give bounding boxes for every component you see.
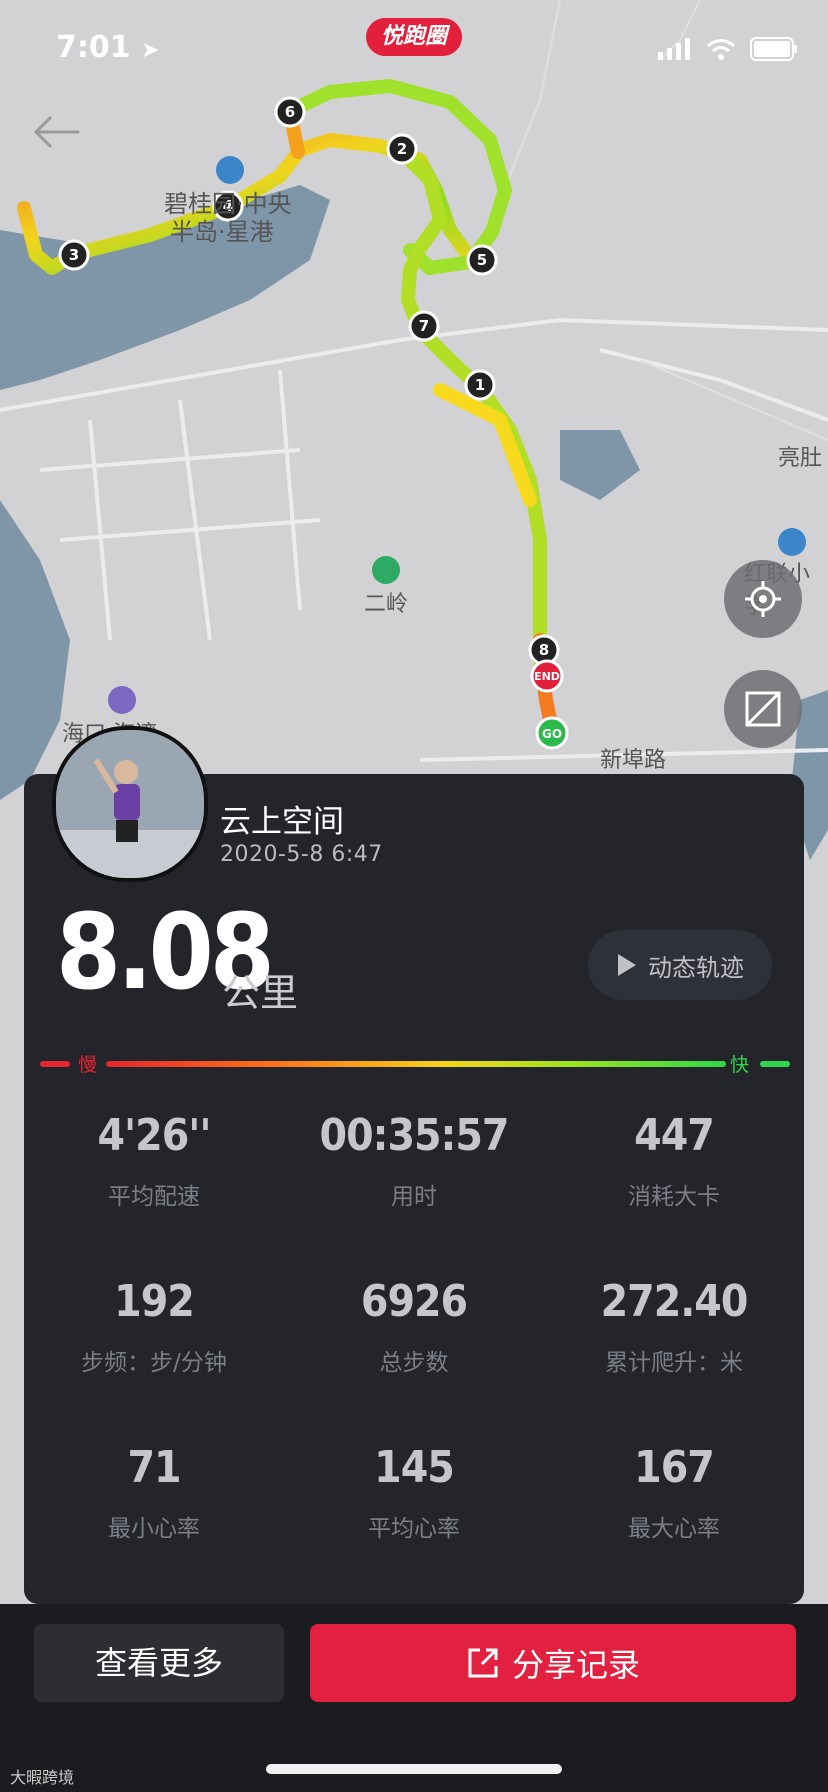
watermark: 大暇跨境: [10, 1768, 75, 1787]
speed-gradient-bar: [106, 1061, 726, 1067]
stat-label: 总步数: [379, 1350, 449, 1376]
speed-slow-label: 慢: [78, 1054, 98, 1076]
speed-fast-label: 快: [730, 1054, 750, 1076]
view-more-button[interactable]: 查看更多: [34, 1624, 284, 1702]
status-bar: 7:01 ➤ 悦跑圈: [0, 0, 828, 100]
stat-value: 4'26'': [97, 1110, 212, 1161]
stat-value: 447: [634, 1110, 715, 1161]
app-logo-badge: 悦跑圈: [366, 18, 462, 56]
stat-label: 用时: [391, 1184, 437, 1210]
back-arrow-icon[interactable]: [30, 110, 90, 154]
stat-total-steps: 6926 总步数: [284, 1276, 544, 1377]
avatar[interactable]: [52, 726, 208, 882]
signal-icon: [658, 38, 690, 60]
start-marker[interactable]: GO: [535, 716, 569, 750]
map-layer-icon: [745, 691, 781, 727]
wifi-icon: [707, 39, 735, 60]
share-icon: [468, 1648, 498, 1678]
stat-value: 00:35:57: [319, 1110, 510, 1161]
poi-school-icon: [778, 528, 806, 556]
stat-cadence: 192 步频：步/分钟: [24, 1276, 284, 1377]
stat-value: 167: [634, 1442, 715, 1493]
stat-duration: 00:35:57 用时: [284, 1110, 544, 1211]
system-icons: [658, 34, 798, 64]
stat-label: 最大心率: [628, 1516, 720, 1542]
map-label-place-3: 二岭: [364, 592, 409, 617]
share-record-button[interactable]: 分享记录: [310, 1624, 796, 1702]
stat-value: 145: [374, 1442, 455, 1493]
svg-text:6: 6: [285, 103, 295, 121]
map-label-place-5: 新埠路: [600, 748, 667, 773]
poi-park-icon: [372, 556, 400, 584]
stat-avg-heart-rate: 145 平均心率: [284, 1442, 544, 1543]
locate-button[interactable]: [724, 560, 802, 638]
stat-min-heart-rate: 71 最小心率: [24, 1442, 284, 1543]
stat-label: 平均配速: [108, 1184, 200, 1210]
stat-label: 步频：步/分钟: [81, 1350, 227, 1376]
map-marker-6[interactable]: 6: [274, 96, 306, 128]
map-label-place-2: 半岛·星港: [170, 218, 274, 246]
stat-max-heart-rate: 167 最大心率: [544, 1442, 804, 1543]
svg-text:7: 7: [419, 317, 429, 335]
stat-avg-pace: 4'26'' 平均配速: [24, 1110, 284, 1211]
crosshair-icon: [745, 581, 781, 617]
stat-elevation-gain: 272.40 累计爬升：米: [544, 1276, 804, 1377]
svg-text:5: 5: [477, 251, 487, 269]
stat-label: 平均心率: [368, 1516, 460, 1542]
stat-value: 192: [114, 1276, 195, 1327]
map-marker-5[interactable]: 5: [466, 244, 498, 276]
play-icon: [618, 954, 636, 976]
map-marker-3[interactable]: 3: [58, 239, 90, 271]
speed-fast-dash: [760, 1061, 790, 1067]
map-label-place-6: 亮肚: [778, 446, 823, 471]
user-name: 云上空间: [220, 804, 344, 840]
svg-text:1: 1: [475, 376, 485, 394]
speed-slow-dash: [40, 1061, 70, 1067]
distance-unit: 公里: [222, 971, 299, 1015]
speed-legend: 慢 快: [40, 1052, 790, 1076]
svg-text:3: 3: [69, 246, 79, 264]
svg-text:END: END: [534, 670, 560, 683]
stat-value: 272.40: [600, 1276, 749, 1327]
end-marker[interactable]: END: [530, 659, 564, 693]
battery-icon: [750, 37, 797, 61]
avatar-photo: [56, 730, 204, 878]
svg-text:8: 8: [539, 641, 549, 659]
location-arrow-icon: ➤: [141, 38, 160, 63]
poi-hotel-icon: [108, 686, 136, 714]
share-record-label: 分享记录: [511, 1646, 640, 1684]
stat-label: 累计爬升：米: [605, 1350, 743, 1376]
map-marker-2[interactable]: 2: [386, 133, 418, 165]
stat-label: 最小心率: [108, 1516, 200, 1542]
stat-calories: 447 消耗大卡: [544, 1110, 804, 1211]
map-marker-7[interactable]: 7: [408, 310, 440, 342]
svg-text:2: 2: [397, 140, 407, 158]
home-indicator: [266, 1764, 562, 1774]
map-layer-button[interactable]: [724, 670, 802, 748]
poi-building-icon: [216, 156, 244, 184]
dynamic-track-button[interactable]: 动态轨迹: [588, 930, 772, 1000]
svg-text:GO: GO: [542, 727, 562, 741]
stat-value: 6926: [360, 1276, 468, 1327]
activity-datetime: 2020-5-8 6:47: [220, 842, 383, 867]
stat-value: 71: [127, 1442, 181, 1493]
status-time: 7:01 ➤: [56, 30, 160, 65]
map-marker-1[interactable]: 1: [464, 369, 496, 401]
dynamic-track-label: 动态轨迹: [648, 953, 744, 982]
stat-label: 消耗大卡: [628, 1184, 720, 1210]
